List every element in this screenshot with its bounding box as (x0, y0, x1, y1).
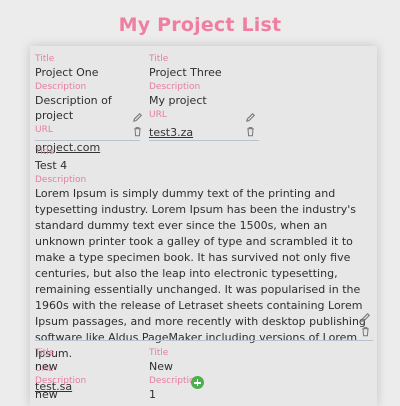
project-title: Project Three (149, 66, 222, 79)
project-card: Title new Description new (35, 348, 140, 404)
project-title: Test 4 (35, 159, 68, 172)
title-label: Title (149, 54, 169, 64)
project-url-link[interactable]: test3.za (149, 125, 193, 140)
trash-icon[interactable] (245, 126, 257, 138)
url-underline (149, 140, 259, 141)
project-description: Description of project (35, 94, 112, 122)
pencil-icon[interactable] (245, 112, 257, 124)
url-label: URL (149, 110, 167, 120)
title-label: Title (149, 348, 169, 358)
title-label: Title (35, 348, 55, 358)
trash-icon[interactable] (360, 326, 372, 338)
page-title: My Project List (118, 14, 282, 36)
project-list-panel: Title Project One Description Descriptio… (30, 46, 377, 406)
title-label: Title (35, 54, 55, 64)
project-description: My project (149, 94, 207, 107)
project-title: new (35, 360, 58, 373)
project-title: Project One (35, 66, 99, 79)
project-card: Title New Description 1 (149, 348, 259, 404)
project-card: Title Project Three Description My proje… (149, 54, 259, 140)
description-label: Description (149, 376, 201, 386)
pencil-icon[interactable] (132, 112, 144, 124)
url-underline (35, 340, 373, 341)
description-label: Description (35, 82, 87, 92)
description-label: Description (35, 175, 87, 185)
plus-circle-icon[interactable] (191, 376, 204, 389)
description-label: Description (149, 82, 201, 92)
url-underline (35, 140, 140, 141)
trash-icon[interactable] (132, 126, 144, 138)
project-description: Lorem Ipsum is simply dummy text of the … (35, 187, 366, 360)
project-title: New (149, 360, 173, 373)
description-label: Description (35, 376, 87, 386)
pencil-icon[interactable] (360, 312, 372, 324)
url-label: URL (35, 125, 53, 135)
title-label: Title (35, 147, 55, 157)
